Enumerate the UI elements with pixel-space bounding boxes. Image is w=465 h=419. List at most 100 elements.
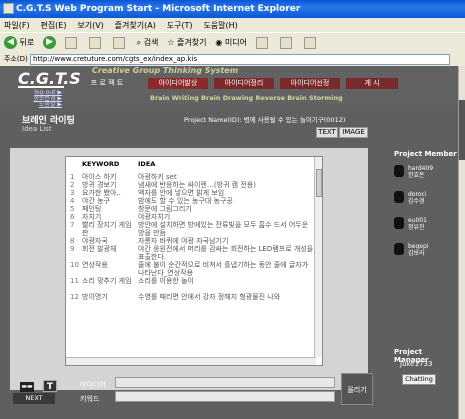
sub-nav[interactable]: Brain Writing Brain Drawing Reverse Brai… <box>150 94 343 102</box>
member-real-name: 정유진 <box>408 224 425 231</box>
row-idea: 방안에 설치하면 방에있는 잔류빛을 모두 흡수 드서 어두운 방을 만듬 <box>138 221 309 237</box>
members-title: Project Member <box>394 150 457 158</box>
row-keyword: 회전 발광체 <box>82 245 117 253</box>
menu-favorites[interactable]: 즐겨찾기(A) <box>115 21 156 30</box>
row-idea: 창문에 그림그리기 <box>138 205 192 213</box>
print-button[interactable] <box>303 36 319 49</box>
member-item[interactable]: doroci 김수경 <box>394 189 452 215</box>
submit-idea-button[interactable]: 올리기 <box>341 373 373 405</box>
chatting-button[interactable]: Chatting <box>402 374 436 385</box>
row-number: 8 <box>70 237 75 245</box>
tab-idea-select[interactable]: 아이디어선정 <box>280 78 340 89</box>
row-idea: 자롱자 바퀴에 야광 자국남기기 <box>138 237 229 245</box>
favorites-button[interactable]: ☆ 즐겨찾기 <box>167 37 206 48</box>
table-header: KEYWORD IDEA <box>66 160 316 170</box>
row-idea: 아광하키 set <box>138 173 177 181</box>
address-bar: 주소(D) http://www.cretuture.com/cgts_ex/i… <box>0 54 465 66</box>
row-number: 4 <box>70 197 75 205</box>
media-label: 미디어 <box>224 38 247 47</box>
star-icon: ☆ <box>167 38 175 47</box>
member-id: eu001 <box>408 217 427 224</box>
window-titlebar: C.G.T.S Web Program Start - Microsoft In… <box>0 0 465 18</box>
member-id: doroci <box>408 191 427 198</box>
menu-view[interactable]: 보기(V) <box>77 21 103 30</box>
member-id: begepi <box>408 243 429 250</box>
menu-bar: 파일(F) 편집(E) 보기(V) 즐겨찾기(A) 도구(T) 도움말(H) <box>0 18 465 32</box>
row-idea: 줄에 불이 순간적으로 비쳐서 흘냅기하는 동안 줄에 글자가 나타난다_연상작… <box>138 261 309 277</box>
refresh-icon <box>88 36 101 49</box>
drawing-tool-icon[interactable]: ▬▬ <box>20 382 34 392</box>
row-keyword: 소리 맞추기 게임 <box>82 277 132 285</box>
row-idea: 수영를 때리면 안에서 강자 정해지 형광물진 나와 <box>138 293 281 301</box>
search-icon: ⌕ <box>136 38 142 47</box>
row-number: 12 <box>70 293 79 301</box>
idea-input[interactable] <box>115 377 335 388</box>
member-name: eu001 정유진 <box>408 217 427 231</box>
site-header: C.G.T.S Creative Group Thinking System l… <box>0 66 458 108</box>
idea-table: KEYWORD IDEA 1 아이스 하키 아광하키 set 2 방귀 경보기 냄새에 반… <box>65 156 323 366</box>
member-name: doroci 김수경 <box>408 191 426 205</box>
site-slogan: Creative Group Thinking System <box>92 66 239 75</box>
browser-toolbar: ◀ 뒤로 ▶ ⌕ 검색 ☆ 즐겨찾기 ◉ 미디어 <box>0 32 465 54</box>
row-keyword: 아이스 하키 <box>82 173 117 181</box>
idea-form: ▬▬ T NEXT 아이디어 키워드 올리기 <box>10 373 373 419</box>
member-item[interactable]: begepi 김보라 <box>394 241 452 267</box>
member-item[interactable]: eu001 정유진 <box>394 215 452 241</box>
member-list: hard409 한효돈 doroci 김수경 eu001 정유진 begepi 김보라 <box>394 163 452 267</box>
tab-idea-organize[interactable]: 아이디어정리 <box>214 78 274 89</box>
refresh-button[interactable] <box>88 36 104 49</box>
media-button[interactable]: ◉ 미디어 <box>215 37 247 48</box>
history-button[interactable] <box>255 36 271 49</box>
address-label: 주소(D) <box>4 55 28 63</box>
row-number: 6 <box>70 213 75 221</box>
side-panel-tab[interactable] <box>458 100 465 160</box>
row-keyword: 방이명기 <box>82 293 108 301</box>
history-icon <box>255 36 268 49</box>
project-name: Project Name(ID): 병에 사용될 수 있는 놀이기구(0012) <box>184 116 346 124</box>
forward-button[interactable]: ▶ <box>43 36 57 49</box>
account-links: log-out ▶ 정보변경 ▶ 도움말 ▶ <box>20 90 62 108</box>
menu-file[interactable]: 파일(F) <box>4 21 30 30</box>
menu-help[interactable]: 도움말(H) <box>203 21 237 30</box>
tab-idea-generation[interactable]: 아이디어발상 <box>148 78 208 89</box>
member-real-name: 김수경 <box>408 198 425 205</box>
menu-tools[interactable]: 도구(T) <box>167 21 193 30</box>
home-button[interactable] <box>112 36 128 49</box>
print-icon <box>303 36 316 49</box>
project-sidebar: Project Member hard409 한효돈 doroci 김수경 eu001 정… <box>382 150 458 419</box>
row-idea: 밤에도 할 수 있는 농구대 농구공 <box>138 197 233 205</box>
member-id: hard409 <box>408 165 434 172</box>
forward-arrow-icon: ▶ <box>43 36 57 49</box>
stop-button[interactable] <box>65 36 80 49</box>
table-vertical-scrollbar[interactable] <box>314 157 322 357</box>
table-horizontal-scrollbar[interactable] <box>66 357 316 365</box>
address-input[interactable]: http://www.cretuture.com/cgts_ex/index_a… <box>29 54 450 65</box>
mail-icon <box>279 36 292 49</box>
help-link[interactable]: 도움말 ▶ <box>20 102 62 108</box>
logo-underline <box>18 86 64 88</box>
mail-button[interactable] <box>279 36 295 49</box>
member-real-name: 김보라 <box>408 250 425 257</box>
keyword-input[interactable] <box>115 391 335 402</box>
row-keyword: 야광자국 <box>82 237 108 245</box>
member-item[interactable]: hard409 한효돈 <box>394 163 452 189</box>
page-subtitle: Idea List <box>22 125 52 133</box>
window-title: C.G.T.S Web Program Start - Microsoft In… <box>16 4 301 14</box>
search-button[interactable]: ⌕ 검색 <box>137 37 159 48</box>
scroll-thumb[interactable] <box>316 169 322 197</box>
text-tool-icon[interactable]: T <box>43 380 57 392</box>
back-button[interactable]: ◀ 뒤로 <box>4 36 34 49</box>
keyword-label: 키워드 <box>80 395 100 403</box>
member-name: begepi 김보라 <box>408 243 428 257</box>
row-number: 9 <box>70 245 75 253</box>
image-view-button[interactable]: IMAGE <box>339 127 368 138</box>
tab-project[interactable]: 프 로 젝 트 <box>82 78 132 89</box>
tab-board[interactable]: 게 시 <box>346 78 398 89</box>
text-view-button[interactable]: TEXT <box>316 127 338 138</box>
next-button[interactable]: NEXT <box>13 393 55 404</box>
menu-edit[interactable]: 편집(E) <box>40 21 66 30</box>
row-number: 11 <box>70 277 79 285</box>
row-idea: 야광자치기 <box>138 213 171 221</box>
row-keyword: 빨리 장지기 게임판 <box>82 221 132 237</box>
stop-icon <box>65 36 78 49</box>
